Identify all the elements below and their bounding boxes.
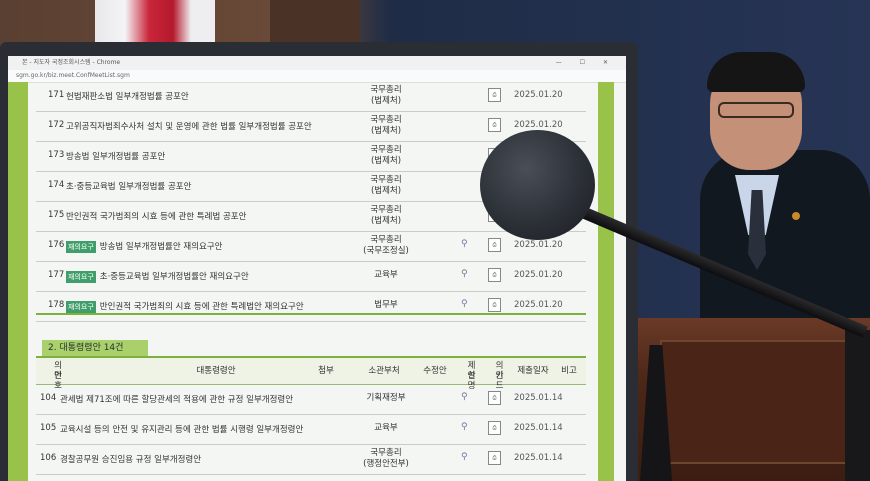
document-icon[interactable]: ⎙ [488, 391, 501, 405]
bill-row[interactable]: 176 재의요구 방송법 일부개정법률안 재의요구안 국무총리 (국무조정실) ⚲ … [36, 232, 586, 262]
header-revision: 수정안 [423, 366, 447, 376]
document-icon[interactable]: ⎙ [488, 451, 501, 465]
bill-date: 2025.01.20 [514, 270, 563, 280]
window-controls[interactable]: — ☐ ✕ [556, 56, 616, 70]
bill-number: 175 [48, 210, 65, 220]
bill-row[interactable]: 171 헌법재판소법 일부개정법률 공포안 국무총리 (법제처) ⎙ 2025.0… [36, 82, 586, 112]
right-green-border [598, 82, 614, 481]
bill-title[interactable]: 헌법재판소법 일부개정법률 공포안 [66, 90, 189, 102]
bill-dept: 교육부 [374, 270, 398, 280]
monitor-screen: 본 - 지도자 국정조회시스템 - Chrome — ☐ ✕ sgm.go.kr… [8, 56, 626, 481]
podium-panel [660, 340, 854, 464]
decree-dept: 기획재정부 [366, 393, 406, 403]
bill-number: 171 [48, 90, 65, 100]
reconsideration-badge: 재의요구 [66, 241, 96, 253]
bill-dept: 국무총리 (법제처) [370, 205, 402, 226]
search-icon[interactable]: ⚲ [461, 452, 472, 463]
bill-title[interactable]: 재의요구 방송법 일부개정법률안 재의요구안 [66, 240, 222, 253]
header-number: 의안 번호 [54, 361, 62, 391]
section-divider [36, 313, 586, 315]
bill-number: 172 [48, 120, 65, 130]
decree-dept: 교육부 [374, 423, 398, 433]
document-icon[interactable]: ⎙ [488, 118, 501, 132]
search-icon[interactable]: ⚲ [461, 422, 472, 433]
decree-list: 104 관세법 제71조에 따른 할당관세의 적용에 관한 규정 일부개정령안 … [36, 385, 586, 475]
search-icon[interactable]: ⚲ [461, 299, 472, 310]
photo-scene: 본 - 지도자 국정조회시스템 - Chrome — ☐ ✕ sgm.go.kr… [0, 0, 870, 481]
decree-date: 2025.01.14 [514, 453, 563, 463]
document-icon[interactable]: ⎙ [488, 238, 501, 252]
decree-date: 2025.01.14 [514, 393, 563, 403]
bill-dept: 국무총리 (법제처) [370, 85, 402, 106]
bill-number: 176 [48, 240, 65, 250]
bill-row[interactable]: 178 재의요구 반인권적 국가범죄의 시효 등에 관한 특례법안 재의요구안 법… [36, 292, 586, 322]
mic-stand-right [845, 330, 870, 481]
header-attach: 첨부 [318, 366, 334, 376]
decree-number: 105 [40, 423, 57, 433]
decree-number: 106 [40, 453, 57, 463]
bill-number: 173 [48, 150, 65, 160]
url-text: sgm.go.kr/biz.meet.ConfMeetList.sgm [16, 72, 130, 79]
header-note: 비고 [561, 366, 577, 376]
bill-number: 177 [48, 270, 65, 280]
left-green-border [8, 82, 28, 481]
document-icon[interactable]: ⎙ [488, 298, 501, 312]
header-code: 의안 키드 [495, 361, 504, 391]
bill-dept: 국무총리 (법제처) [370, 115, 402, 136]
header-title: 대통령령안 [196, 366, 236, 376]
bill-date: 2025.01.20 [514, 90, 563, 100]
header-dept: 소관부처 [368, 366, 400, 376]
search-icon[interactable]: ⚲ [461, 269, 472, 280]
decree-title[interactable]: 경찰공무원 승진임용 규정 일부개정령안 [60, 453, 201, 465]
bill-dept: 법무부 [374, 300, 398, 310]
section-title: 2. 대통령령안 14건 [42, 340, 148, 356]
bill-number: 174 [48, 180, 65, 190]
bill-dept: 국무총리 (법제처) [370, 175, 402, 196]
header-proposal: 제안 설명 [467, 361, 476, 391]
search-icon[interactable]: ⚲ [461, 239, 472, 250]
decree-number: 104 [40, 393, 57, 403]
bill-row[interactable]: 172 고위공직자범죄수사처 설치 및 운영에 관한 법률 일부개정법률 공포안… [36, 112, 586, 142]
decree-row[interactable]: 106 경찰공무원 승진임용 규정 일부개정령안 국무총리 (행정안전부) ⚲ ⎙… [36, 445, 586, 475]
bill-title[interactable]: 초·중등교육법 일부개정법률 공포안 [66, 180, 191, 192]
reconsideration-badge: 재의요구 [66, 301, 96, 313]
tab-title: 본 - 지도자 국정조회시스템 - Chrome [22, 59, 121, 66]
microphone-windscreen [480, 130, 595, 240]
lapel-pin [792, 212, 800, 220]
document-icon[interactable]: ⎙ [488, 268, 501, 282]
reconsideration-badge: 재의요구 [66, 271, 96, 283]
table-header: 의안 번호 대통령령안 첨부 소관부처 수정안 제안 설명 의안 키드 제출일자 비고 [36, 358, 586, 391]
bill-title[interactable]: 재의요구 반인권적 국가범죄의 시효 등에 관한 특례법안 재의요구안 [66, 300, 304, 313]
bill-title[interactable]: 방송법 일부개정법률 공포안 [66, 150, 165, 162]
bill-title[interactable]: 반인권적 국가범죄의 시효 등에 관한 특례법 공포안 [66, 210, 246, 222]
bill-dept: 국무총리 (법제처) [370, 145, 402, 166]
bill-title[interactable]: 고위공직자범죄수사처 설치 및 운영에 관한 법률 일부개정법률 공포안 [66, 120, 312, 132]
bill-date: 2025.01.20 [514, 240, 563, 250]
bill-dept: 국무총리 (국무조정실) [363, 235, 409, 256]
search-icon[interactable]: ⚲ [461, 392, 472, 403]
decree-title[interactable]: 교육시설 등의 안전 및 유지관리 등에 관한 법률 시행령 일부개정령안 [60, 423, 303, 435]
decree-title[interactable]: 관세법 제71조에 따른 할당관세의 적용에 관한 규정 일부개정령안 [60, 393, 293, 405]
browser-titlebar: 본 - 지도자 국정조회시스템 - Chrome — ☐ ✕ [8, 56, 626, 70]
bill-title[interactable]: 재의요구 초·중등교육법 일부개정법률안 재의요구안 [66, 270, 249, 283]
speaker-glasses [718, 102, 794, 118]
document-icon[interactable]: ⎙ [488, 88, 501, 102]
bill-row[interactable]: 177 재의요구 초·중등교육법 일부개정법률안 재의요구안 교육부 ⚲ ⎙ 20… [36, 262, 586, 292]
decree-dept: 국무총리 (행정안전부) [363, 448, 409, 469]
header-date: 제출일자 [517, 366, 549, 376]
document-icon[interactable]: ⎙ [488, 421, 501, 435]
speaker-hair [707, 52, 805, 92]
decree-date: 2025.01.14 [514, 423, 563, 433]
bill-number: 178 [48, 300, 65, 310]
bill-date: 2025.01.20 [514, 120, 563, 130]
decree-row[interactable]: 105 교육시설 등의 안전 및 유지관리 등에 관한 법률 시행령 일부개정령… [36, 415, 586, 445]
bill-date: 2025.01.20 [514, 300, 563, 310]
decree-row[interactable]: 104 관세법 제71조에 따른 할당관세의 적용에 관한 규정 일부개정령안 … [36, 385, 586, 415]
